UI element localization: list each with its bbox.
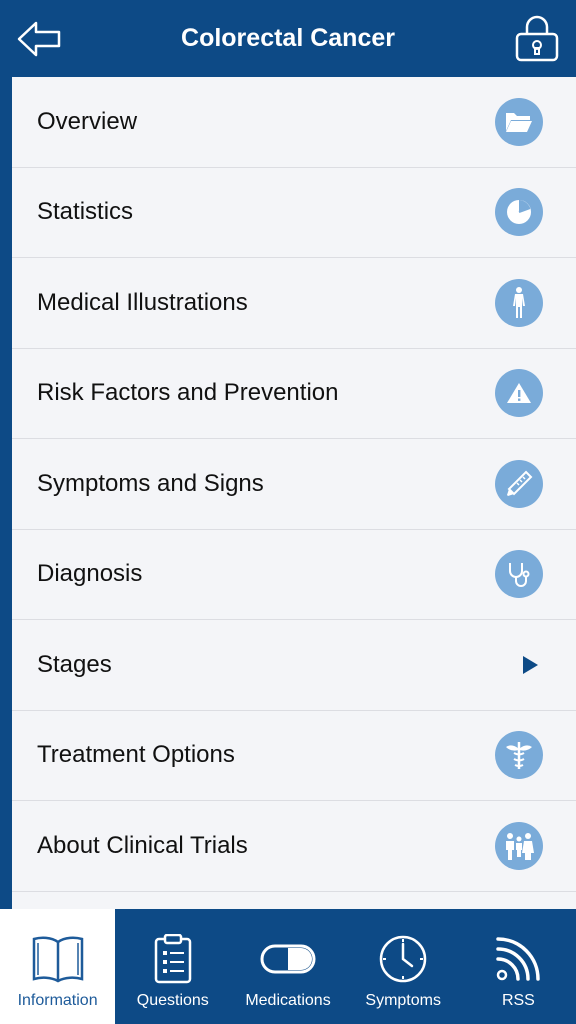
lock-button[interactable]	[514, 14, 560, 62]
page-title: Colorectal Cancer	[181, 24, 395, 52]
list-item-label: About Clinical Trials	[37, 831, 248, 859]
list-item-overview[interactable]: Overview	[12, 77, 576, 168]
list-item-treatment-options[interactable]: Treatment Options	[12, 711, 576, 801]
left-accent-bar	[0, 77, 12, 909]
list-item-symptoms-signs[interactable]: Symptoms and Signs	[12, 439, 576, 530]
caduceus-icon	[495, 731, 543, 780]
tab-label: Information	[17, 992, 98, 1009]
tab-rss[interactable]: RSS	[461, 909, 576, 1024]
thermometer-icon	[495, 459, 543, 508]
list-item-statistics[interactable]: Statistics	[12, 168, 576, 258]
list-item-medical-illustrations[interactable]: Medical Illustrations	[12, 258, 576, 349]
tab-symptoms[interactable]: Symptoms	[346, 909, 461, 1024]
pill-icon	[260, 933, 316, 985]
body-figure-icon	[495, 278, 543, 327]
header: Colorectal Cancer	[0, 0, 576, 77]
list-item-label: Risk Factors and Prevention	[37, 379, 339, 407]
clock-icon	[378, 933, 428, 985]
list-item-risk-factors[interactable]: Risk Factors and Prevention	[12, 349, 576, 439]
tab-label: Medications	[245, 992, 331, 1009]
list-item-label: Stages	[37, 650, 112, 678]
menu-list: Overview Statistics Medical Illustration…	[12, 77, 576, 909]
list-item-clinical-trials[interactable]: About Clinical Trials	[12, 801, 576, 892]
list-item-diagnosis[interactable]: Diagnosis	[12, 530, 576, 620]
clipboard-icon	[153, 933, 193, 985]
lock-icon	[515, 15, 559, 62]
book-icon	[31, 933, 85, 985]
folder-icon	[495, 97, 543, 146]
people-icon	[495, 821, 543, 870]
tab-label: Symptoms	[365, 992, 441, 1009]
play-arrow-icon	[523, 655, 538, 674]
list-item-label: Statistics	[37, 198, 134, 226]
list-item-label: Diagnosis	[37, 560, 143, 588]
stethoscope-icon	[495, 550, 543, 599]
list-item-label: Overview	[37, 107, 138, 135]
tab-questions[interactable]: Questions	[115, 909, 230, 1024]
pie-chart-icon	[495, 188, 543, 237]
list-item-label: Treatment Options	[37, 741, 235, 769]
tab-medications[interactable]: Medications	[230, 909, 345, 1024]
tab-bar: Information Questions Medications Sympto…	[0, 909, 576, 1024]
tab-label: Questions	[136, 992, 209, 1009]
list-item-label: Symptoms and Signs	[37, 469, 264, 497]
tab-label: RSS	[501, 992, 535, 1009]
warning-icon	[495, 369, 543, 418]
rss-icon	[494, 933, 542, 985]
list-item-stages[interactable]: Stages	[12, 620, 576, 711]
tab-information[interactable]: Information	[0, 909, 116, 1024]
list-item-label: Medical Illustrations	[37, 288, 248, 316]
